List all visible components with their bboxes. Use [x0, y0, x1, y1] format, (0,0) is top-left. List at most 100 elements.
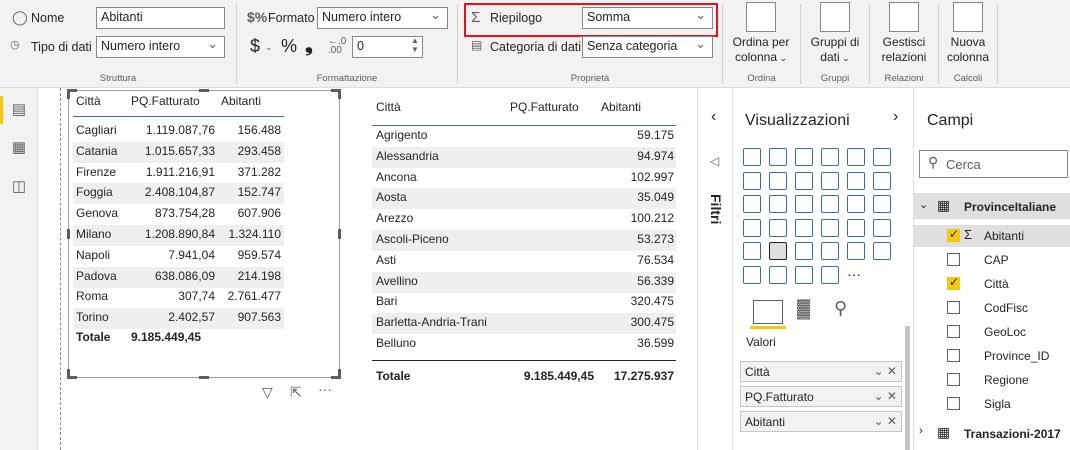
table-row[interactable]: Foggia 2.408.104,87 152.747: [73, 183, 284, 205]
table-row[interactable]: Agrigento 59.175: [372, 126, 676, 147]
table-row-transazioni[interactable]: › ▦ Transazioni-2017: [914, 420, 1070, 446]
table-visual-1[interactable]: Città PQ.Fatturato Abitanti Cagliari 1.11…: [67, 89, 341, 379]
funnel-icon[interactable]: [769, 195, 787, 213]
more-visuals-icon[interactable]: ···: [847, 265, 865, 284]
sort-by-column-button[interactable]: Ordina per colonna ⌄: [726, 2, 796, 66]
scatter-icon[interactable]: [795, 195, 813, 213]
table-row[interactable]: Barletta-Andria-Trani 300.475: [372, 313, 676, 335]
field-checkbox[interactable]: [947, 349, 960, 362]
clustered-bar-icon[interactable]: [795, 148, 813, 166]
filter-icon[interactable]: ▽: [262, 384, 273, 401]
fields-tab-icon[interactable]: [753, 300, 783, 324]
value-well[interactable]: PQ.Fatturato ⌄ ✕: [740, 386, 902, 407]
table-row[interactable]: Firenze 1.911.216,91 371.282: [73, 163, 284, 184]
r-visual-icon[interactable]: [821, 242, 839, 260]
table-row-provinceitaliane[interactable]: ⌄ ▦ ProvinceItaliane: [914, 193, 1070, 219]
resize-handle[interactable]: [338, 89, 341, 99]
analytics-icon[interactable]: ⚲: [834, 298, 847, 319]
stacked-bar-icon[interactable]: [743, 148, 761, 166]
table-row[interactable]: Napoli 7.941,04 959.574: [73, 246, 284, 267]
manage-relationships-button[interactable]: Gestisci relazioni: [872, 2, 936, 65]
scrollbar[interactable]: [905, 326, 910, 450]
new-column-button[interactable]: Nuova colonna: [941, 2, 995, 65]
table-row[interactable]: Avellino 56.339: [372, 271, 676, 293]
table-row[interactable]: Belluno 36.599: [372, 334, 676, 355]
field-item[interactable]: CAP: [914, 249, 1070, 271]
field-checkbox[interactable]: [947, 373, 960, 386]
formato-dropdown[interactable]: Numero intero: [317, 7, 448, 29]
table-visual-2[interactable]: Città PQ.Fatturato Abitanti Agrigento 59.…: [370, 92, 686, 392]
report-view-icon[interactable]: ▤: [10, 100, 28, 118]
waterfall-icon[interactable]: [743, 195, 761, 213]
resize-handle[interactable]: [199, 89, 209, 92]
categoria-dropdown[interactable]: Senza categoria: [582, 36, 713, 58]
value-well[interactable]: Abitanti ⌄ ✕: [740, 411, 902, 432]
paginated-icon[interactable]: [795, 265, 813, 284]
field-item[interactable]: Σ Abitanti: [914, 225, 1070, 247]
remove-field-icon[interactable]: ⌄ ✕: [874, 389, 897, 403]
percent-button[interactable]: %: [281, 36, 297, 57]
100-bar-icon[interactable]: [847, 148, 865, 166]
column-header[interactable]: Città: [376, 100, 401, 114]
100-column-icon[interactable]: [873, 148, 891, 166]
gauge-icon[interactable]: [821, 218, 839, 237]
table-row[interactable]: Aosta 35.049: [372, 188, 676, 210]
column-header[interactable]: PQ.Fatturato: [510, 100, 579, 114]
field-checkbox[interactable]: [947, 325, 960, 338]
arcgis-icon[interactable]: [821, 265, 839, 284]
field-item[interactable]: Province_ID: [914, 345, 1070, 367]
table-row[interactable]: Genova 873.754,28 607.906: [73, 204, 284, 225]
table-row[interactable]: Catania 1.015.657,33 293.458: [73, 141, 284, 163]
donut-icon[interactable]: [847, 195, 865, 213]
field-item[interactable]: CodFisc: [914, 297, 1070, 319]
stacked-area-icon[interactable]: [795, 171, 813, 190]
resize-handle[interactable]: [338, 369, 341, 379]
ribbon-chart-icon[interactable]: [873, 171, 891, 190]
column-header[interactable]: Abitanti: [601, 100, 641, 114]
table-row[interactable]: Roma 307,74 2.761.477: [73, 287, 284, 308]
model-view-icon[interactable]: ◫: [10, 177, 28, 195]
kpi-icon[interactable]: [873, 218, 891, 237]
nome-input[interactable]: Abitanti: [96, 7, 225, 29]
field-checkbox[interactable]: [947, 253, 960, 266]
riepilogo-dropdown[interactable]: Somma: [582, 7, 713, 29]
resize-handle[interactable]: [67, 89, 70, 99]
column-header[interactable]: Abitanti: [221, 94, 261, 108]
python-visual-icon[interactable]: [847, 242, 865, 260]
table-row[interactable]: Milano 1.208.890,84 1.324.110: [73, 225, 284, 246]
area-chart-icon[interactable]: [769, 171, 787, 190]
field-checkbox[interactable]: [947, 301, 960, 314]
table-row[interactable]: Padova 638.086,09 214.198: [73, 266, 284, 288]
decimal-places-icon[interactable]: ←.0.00: [328, 37, 346, 56]
card-icon[interactable]: [847, 218, 865, 237]
stacked-column-icon[interactable]: [769, 148, 787, 166]
filters-pane-collapsed[interactable]: ‹ ◁ Filtri: [697, 88, 733, 450]
table-row[interactable]: Alessandria 94.974: [372, 146, 676, 168]
line-clustered-icon[interactable]: [847, 171, 865, 190]
field-checkbox[interactable]: [947, 397, 960, 410]
table-row[interactable]: Asti 76.534: [372, 251, 676, 272]
table-row[interactable]: Cagliari 1.119.087,76 156.488: [73, 121, 284, 142]
treemap-icon[interactable]: [873, 195, 891, 213]
chevron-left-icon[interactable]: ‹: [711, 108, 716, 126]
chevron-down-icon[interactable]: ⌄: [265, 42, 273, 53]
resize-handle[interactable]: [199, 376, 209, 379]
decimals-stepper[interactable]: ▲ ▼: [411, 36, 419, 54]
line-chart-icon[interactable]: [743, 171, 761, 190]
decomposition-tree-icon[interactable]: [743, 265, 761, 284]
field-item[interactable]: Sigla: [914, 393, 1070, 415]
remove-field-icon[interactable]: ⌄ ✕: [874, 414, 897, 428]
remove-field-icon[interactable]: ⌄ ✕: [874, 364, 897, 378]
value-well[interactable]: Città ⌄ ✕: [740, 361, 902, 382]
clustered-column-icon[interactable]: [821, 148, 839, 166]
field-item[interactable]: Regione: [914, 369, 1070, 391]
resize-handle[interactable]: [67, 229, 70, 239]
comma-button[interactable]: ❟: [305, 34, 313, 57]
groups-button[interactable]: Gruppi di dati ⌄: [803, 2, 867, 66]
focus-mode-icon[interactable]: ⇱: [290, 384, 302, 401]
table-row[interactable]: Arezzo 100.212: [372, 209, 676, 230]
map-icon[interactable]: [743, 218, 761, 237]
table-row[interactable]: Ascoli-Piceno 53.273: [372, 230, 676, 251]
filters-label[interactable]: Filtri: [708, 194, 724, 224]
currency-button[interactable]: $: [250, 36, 260, 57]
